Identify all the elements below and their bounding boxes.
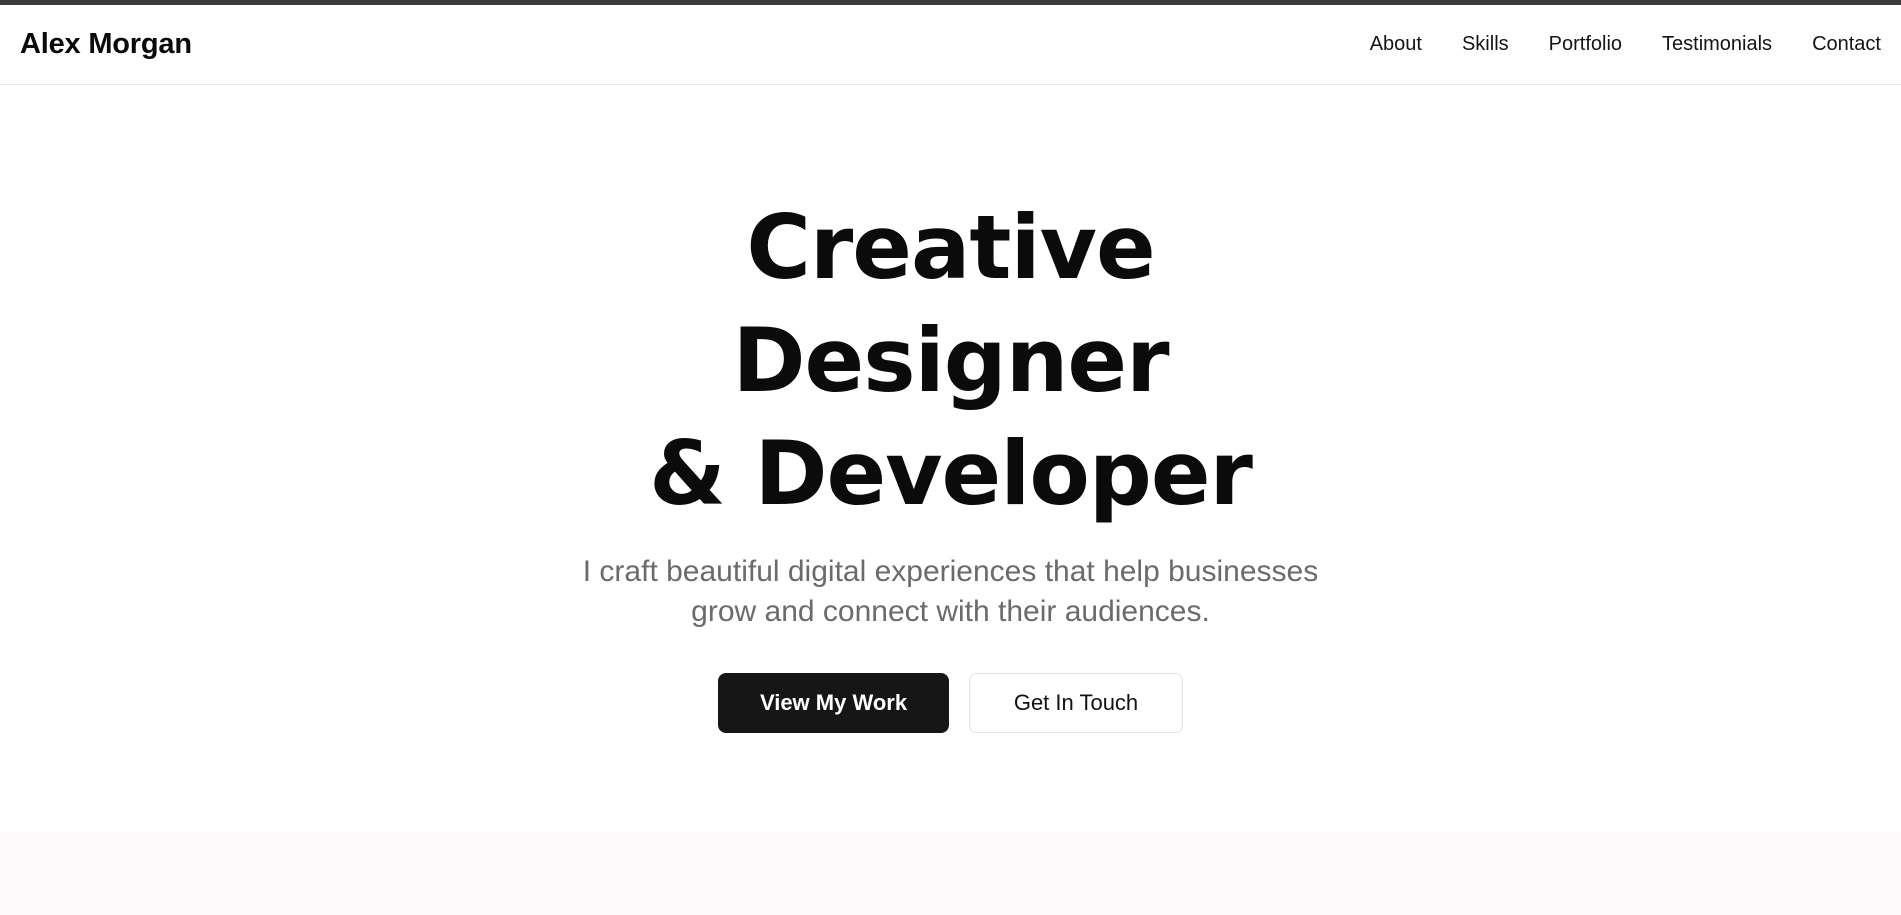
- nav-link-portfolio[interactable]: Portfolio: [1549, 33, 1622, 56]
- view-my-work-button[interactable]: View My Work: [718, 673, 949, 733]
- hero-actions: View My Work Get In Touch: [0, 673, 1901, 733]
- hero-section: Creative Designer & Developer I craft be…: [0, 86, 1901, 832]
- hero-subtitle-line: I craft beautiful digital experiences th…: [582, 555, 1319, 588]
- hero-title-line: Designer: [732, 309, 1170, 412]
- next-section-preview: [0, 832, 1901, 915]
- nav-link-skills[interactable]: Skills: [1462, 33, 1509, 56]
- hero-subtitle: I craft beautiful digital experiences th…: [0, 552, 1901, 632]
- hero-subtitle-line: grow and connect with their audiences.: [691, 595, 1210, 628]
- site-header: Alex Morgan About Skills Portfolio Testi…: [0, 5, 1901, 85]
- hero-title-line: & Developer: [649, 422, 1253, 525]
- page: Alex Morgan About Skills Portfolio Testi…: [0, 0, 1901, 915]
- get-in-touch-button[interactable]: Get In Touch: [969, 673, 1183, 733]
- main-nav: About Skills Portfolio Testimonials Cont…: [1370, 33, 1881, 56]
- site-logo[interactable]: Alex Morgan: [20, 28, 192, 61]
- hero-title-line: Creative: [746, 196, 1155, 299]
- nav-link-testimonials[interactable]: Testimonials: [1662, 33, 1772, 56]
- nav-link-about[interactable]: About: [1370, 33, 1422, 56]
- hero-title: Creative Designer & Developer: [0, 191, 1901, 530]
- nav-link-contact[interactable]: Contact: [1812, 33, 1881, 56]
